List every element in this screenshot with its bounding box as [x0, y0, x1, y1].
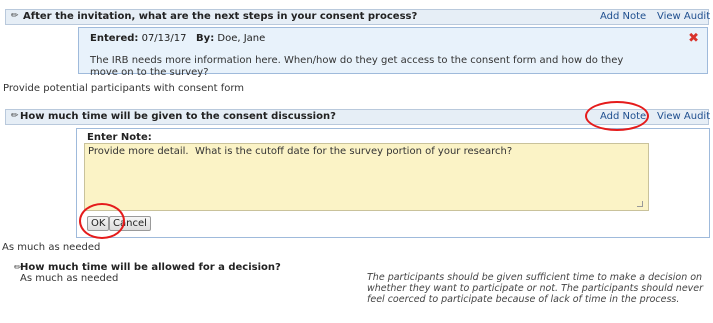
- author-name: Doe, Jane: [217, 33, 266, 44]
- question-title: How much time will be given to the conse…: [20, 111, 336, 122]
- add-note-link[interactable]: Add Note: [600, 111, 646, 122]
- delete-note-icon[interactable]: ✖: [688, 31, 699, 46]
- answer-text: As much as needed: [20, 273, 119, 284]
- question-title: After the invitation, what are the next …: [23, 11, 418, 22]
- ok-button[interactable]: OK: [87, 216, 110, 231]
- enter-note-panel: Enter Note: Provide more detail. What is…: [76, 128, 710, 238]
- by-label: By:: [196, 33, 215, 44]
- answer-text: As much as needed: [2, 242, 101, 253]
- question-title: How much time will be allowed for a deci…: [20, 262, 281, 273]
- enter-note-label: Enter Note:: [87, 132, 152, 143]
- view-audit-link[interactable]: View Audit: [657, 11, 710, 22]
- question-header-next-steps: ✏ After the invitation, what are the nex…: [5, 9, 710, 25]
- cancel-button[interactable]: Cancel: [109, 216, 151, 231]
- entered-label: Entered:: [90, 33, 139, 44]
- note-textarea[interactable]: Provide more detail. What is the cutoff …: [84, 143, 649, 211]
- add-note-link[interactable]: Add Note: [600, 11, 646, 22]
- pencil-icon: ✏: [11, 11, 19, 21]
- answer-text: Provide potential participants with cons…: [3, 83, 245, 94]
- guidance-text: The participants should be given suffici…: [367, 272, 704, 305]
- entered-date: 07/13/17: [141, 33, 187, 44]
- existing-note: Entered: 07/13/17 By: Doe, Jane ✖ The IR…: [78, 27, 708, 78]
- view-audit-link[interactable]: View Audit: [657, 111, 710, 122]
- note-text: The IRB needs more information here. Whe…: [90, 55, 624, 78]
- resize-handle-icon[interactable]: [637, 201, 643, 207]
- pencil-icon: ✏: [11, 111, 19, 121]
- note-meta: Entered: 07/13/17 By: Doe, Jane: [90, 33, 265, 44]
- question-header-consent-discussion: ✏ How much time will be given to the con…: [5, 109, 710, 125]
